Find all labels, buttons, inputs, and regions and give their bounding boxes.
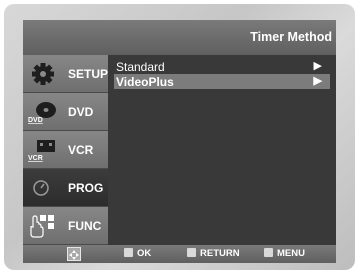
osd-screen: Timer Method SETUP DVD DVD VCR VCR PROG …	[23, 20, 336, 263]
chevron-right-icon: ▶	[313, 75, 322, 87]
gear-icon	[32, 63, 54, 85]
dvd-disc-icon: DVD	[28, 102, 56, 124]
option-videoplus[interactable]: VideoPlus ▶	[114, 74, 330, 89]
hint-return-label: RETURN	[200, 248, 240, 259]
vcr-cassette-icon: VCR	[28, 140, 55, 162]
sidebar-item-func[interactable]: FUNC	[23, 207, 108, 245]
dpad-icon	[67, 247, 81, 261]
sidebar-item-label: FUNC	[68, 219, 102, 233]
hint-return: RETURN	[187, 248, 240, 259]
sidebar-item-label: SETUP	[68, 67, 109, 81]
sidebar-item-dvd[interactable]: DVD DVD	[23, 93, 108, 131]
sidebar: SETUP DVD DVD VCR VCR PROG FUNC	[23, 55, 108, 245]
sidebar-item-label: DVD	[68, 105, 94, 119]
sidebar-item-prog[interactable]: PROG	[23, 169, 108, 207]
sidebar-item-vcr[interactable]: VCR VCR	[23, 131, 108, 169]
hint-ok-label: OK	[137, 248, 152, 259]
vcr-icon-text: VCR	[28, 155, 43, 162]
return-icon	[187, 248, 196, 257]
dpad-arrows-icon	[69, 250, 79, 260]
sidebar-item-label: PROG	[68, 181, 104, 195]
menu-panel: Standard ▶ VideoPlus ▶	[108, 55, 336, 245]
footer-bar: OK RETURN MENU	[23, 245, 336, 263]
option-label: Standard	[116, 60, 165, 74]
page-title: Timer Method	[250, 30, 332, 44]
chevron-right-icon: ▶	[313, 60, 322, 72]
dvd-icon-text: DVD	[28, 117, 43, 124]
option-standard[interactable]: Standard ▶	[114, 59, 330, 74]
menu-icon	[264, 248, 273, 257]
title-bar: Timer Method	[23, 20, 336, 55]
hint-ok: OK	[124, 248, 151, 259]
hint-menu-label: MENU	[277, 248, 305, 259]
clock-icon	[33, 180, 49, 196]
sidebar-item-setup[interactable]: SETUP	[23, 55, 108, 93]
hand-grid-icon	[30, 215, 54, 238]
ok-icon	[124, 248, 133, 257]
sidebar-item-label: VCR	[68, 143, 94, 157]
option-label: VideoPlus	[116, 75, 174, 89]
hint-menu: MENU	[264, 248, 305, 259]
